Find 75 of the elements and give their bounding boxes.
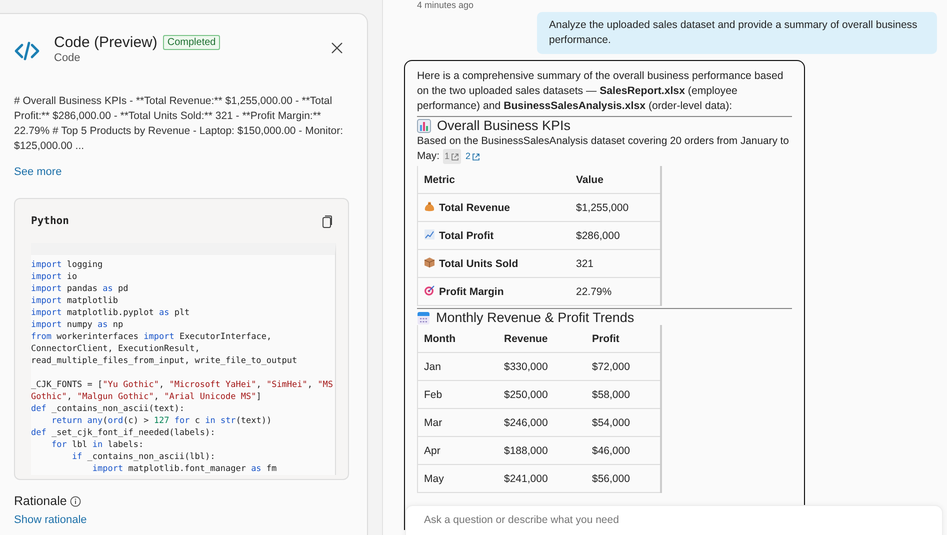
code-line: import io [31, 271, 78, 283]
table-cell: $246,000 [498, 408, 586, 436]
table-cell: Feb [418, 380, 498, 408]
target-icon [424, 285, 435, 296]
show-rationale-link[interactable]: Show rationale [14, 514, 349, 526]
code-line: def _contains_non_ascii(text): [31, 403, 186, 415]
question-input[interactable]: Ask a question or describe what you need [422, 513, 926, 527]
table-cell: May [418, 464, 498, 492]
table-cell: $56,000 [586, 464, 661, 492]
metric-cell: Total Units Sold [418, 250, 570, 278]
external-link-icon [472, 152, 480, 160]
column-header: Metric [418, 166, 570, 194]
line-chart-icon [424, 229, 435, 240]
column-header: Value [570, 166, 661, 194]
external-link-icon [450, 152, 459, 160]
table-cell: $330,000 [498, 352, 586, 380]
code-icon [14, 41, 40, 61]
question-field[interactable]: Ask a question or describe what you need [405, 505, 943, 535]
code-line: _CJK_FONTS = ["Yu Gothic", "Microsoft YaHei", "SimHei", "MS [31, 379, 334, 391]
info-icon [70, 496, 81, 506]
user-message: Analyze the uploaded sales dataset and provide a summary of overall business performance. [537, 12, 937, 54]
table-cell: $54,000 [586, 408, 661, 436]
table-cell: Mar [418, 408, 498, 436]
response-intro: Here is a comprehensive summary of the overall business performance based on the two uploaded sales datasets — SalesReport.xlsx (employee performance) and BusinessSalesAnalysis.xlsx (order-level data): [417, 69, 784, 114]
column-header: Month [418, 325, 498, 352]
code-line: Gothic", "Malgun Gothic", "Arial Unicode MS"] [31, 391, 262, 403]
code-line: for lbl in labels: [50, 439, 145, 451]
column-header: Revenue [498, 325, 586, 352]
code-line: return any(ord(c) > 127 for c in str(text)) [50, 415, 273, 427]
metric-cell: Total Profit [418, 222, 570, 250]
code-line: import logging [31, 259, 104, 271]
table-cell: $58,000 [586, 380, 661, 408]
language-label: Python [31, 215, 69, 227]
table-cell: $241,000 [498, 464, 586, 492]
calendar-icon [417, 310, 430, 324]
see-more-link[interactable]: See more [14, 166, 62, 178]
code-line: import matplotlib.pyplot as plt [31, 307, 191, 319]
table-cell: $72,000 [586, 352, 661, 380]
code-line: import matplotlib [31, 295, 120, 307]
section-heading: Overall Business KPIs [437, 118, 571, 133]
section-heading: Monthly Revenue & Profit Trends [436, 310, 634, 325]
code-line: ConnectorClient, ExecutionResult, [31, 343, 201, 355]
code-line: if _contains_non_ascii(lbl): [70, 451, 216, 463]
table-cell: $250,000 [498, 380, 586, 408]
column-header: Profit [586, 325, 661, 352]
table-cell: $188,000 [498, 436, 586, 464]
timestamp: 4 minutes ago [417, 0, 475, 10]
metric-cell: Total Revenue [418, 194, 570, 222]
table-cell: Apr [418, 436, 498, 464]
table-cell: $46,000 [586, 436, 661, 464]
code-line: read_multiple_files_from_input, write_file_to_output [31, 355, 298, 367]
value-cell: $286,000 [570, 222, 661, 250]
status-badge: Completed [163, 35, 220, 50]
close-icon[interactable] [331, 42, 343, 54]
table-cell: Jan [418, 352, 498, 380]
code-line: import matplotlib.font_manager as fm [91, 463, 278, 475]
citation-link[interactable]: 2 [464, 149, 482, 164]
code-line: def _set_cjk_font_if_needed(labels): [31, 427, 216, 439]
code-line: import pandas as pd [31, 283, 130, 295]
metric-cell: Profit Margin [418, 278, 570, 306]
value-cell: 321 [570, 250, 661, 278]
code-line: from workerinterfaces import ExecutorInterface, [31, 331, 273, 343]
value-cell: 22.79% [570, 278, 661, 306]
rationale-heading: Rationale [14, 494, 67, 508]
section-description: Based on the BusinessSalesAnalysis dataset covering 20 orders from January to May: 1 2 [417, 135, 790, 164]
code-summary: # Overall Business KPIs - **Total Revenue:** $1,255,000.00 - **Total Profit:** $286,000.00 - **Total Units Sold:** 321 - **Profit Margin:** 22.79% # Top 5 Products by Revenue - Laptop: $150,000.00 - Monitor: $125,000.00 ... [14, 94, 344, 154]
bar-chart-icon [417, 118, 431, 132]
package-icon [424, 257, 435, 268]
copy-icon[interactable] [322, 214, 332, 228]
money-bag-icon [424, 201, 435, 212]
citation-link[interactable]: 1 [442, 149, 461, 164]
code-line: import numpy as np [31, 319, 124, 331]
panel-subtitle: Code [54, 52, 82, 64]
panel-title: Code (Preview) [54, 34, 158, 51]
value-cell: $1,255,000 [570, 194, 661, 222]
